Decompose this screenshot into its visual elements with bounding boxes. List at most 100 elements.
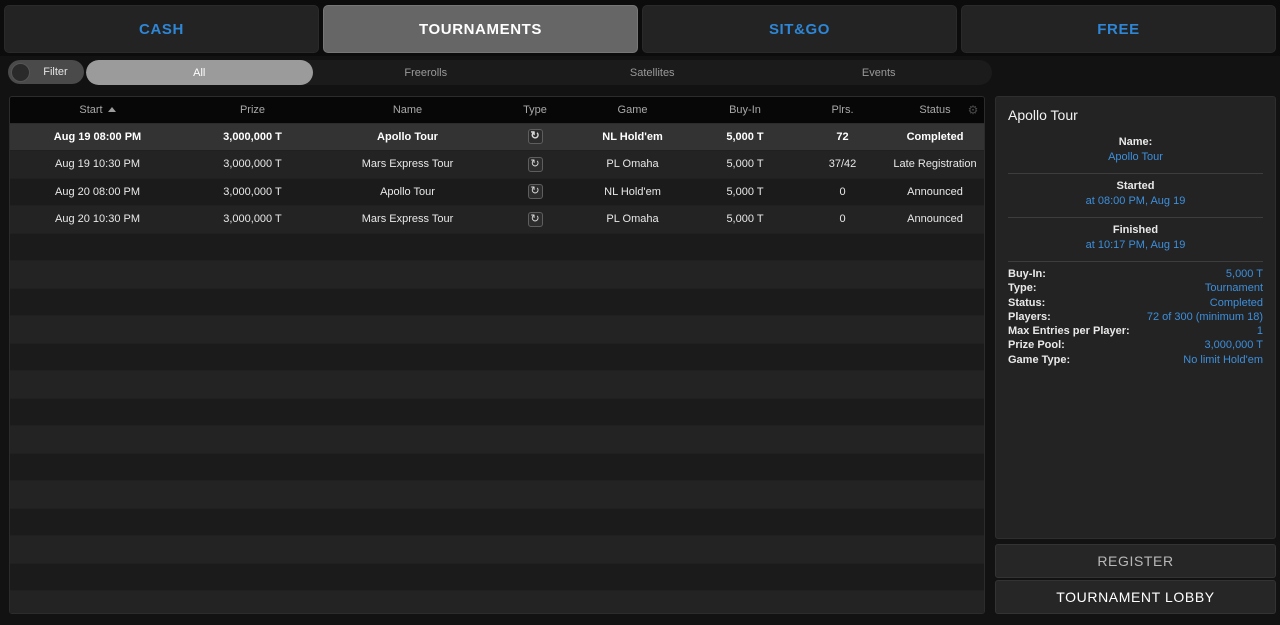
cell-empty (885, 426, 985, 454)
cell-empty (800, 508, 885, 536)
details-field-value: 5,000 T (1226, 267, 1263, 281)
table-row[interactable]: Aug 19 10:30 PM3,000,000 TMars Express T… (10, 151, 985, 179)
cell-empty (320, 591, 495, 615)
table-row[interactable]: Aug 19 08:00 PM3,000,000 TApollo Tour↻NL… (10, 123, 985, 151)
details-field-row: Type: Tournament (1008, 281, 1263, 295)
main-tab-sit-go[interactable]: SIT&GO (642, 5, 957, 53)
cell-empty (10, 316, 185, 344)
table-row[interactable]: Aug 20 08:00 PM3,000,000 TApollo Tour↻NL… (10, 178, 985, 206)
cell-empty (495, 261, 575, 289)
cell-empty (185, 508, 320, 536)
filter-bar: Filter AllFreerollsSatellitesEvents Sear… (0, 56, 1280, 89)
table-row-empty (10, 453, 985, 481)
tournament-lobby-button[interactable]: TOURNAMENT LOBBY (995, 580, 1276, 614)
details-block: Name:Apollo Tour (1008, 135, 1263, 170)
cell-empty (885, 316, 985, 344)
cell-game: NL Hold'em (575, 123, 690, 151)
cell-type: ↻ (495, 178, 575, 206)
details-field-value: Tournament (1205, 281, 1263, 295)
cell-empty (800, 453, 885, 481)
column-header-label: Type (523, 104, 547, 116)
cell-game: PL Omaha (575, 206, 690, 234)
main-tab-free[interactable]: FREE (961, 5, 1276, 53)
filter-toggle-label: Filter (30, 66, 84, 78)
cell-empty (885, 398, 985, 426)
cell-empty (885, 481, 985, 509)
cell-empty (495, 343, 575, 371)
cell-empty (800, 288, 885, 316)
table-row-empty (10, 343, 985, 371)
cell-empty (10, 371, 185, 399)
cell-empty (690, 426, 800, 454)
cell-empty (10, 233, 185, 261)
cell-empty (185, 233, 320, 261)
cell-empty (10, 481, 185, 509)
sort-ascending-icon (108, 107, 116, 112)
cell-empty (495, 288, 575, 316)
column-header-plrs-[interactable]: Plrs. (800, 97, 885, 123)
cell-empty (185, 453, 320, 481)
details-title: Apollo Tour (1008, 107, 1263, 123)
table-row-empty (10, 481, 985, 509)
gear-icon[interactable]: ⚙ (966, 103, 980, 117)
column-header-prize[interactable]: Prize (185, 97, 320, 123)
cell-empty (495, 536, 575, 564)
category-segment-freerolls[interactable]: Freerolls (313, 60, 540, 85)
cell-empty (885, 288, 985, 316)
details-field-key: Max Entries per Player: (1008, 324, 1130, 338)
column-header-label: Buy-In (729, 104, 761, 116)
table-row-empty (10, 261, 985, 289)
tournament-list-panel[interactable]: StartPrizeNameTypeGameBuy-InPlrs.Status … (9, 96, 985, 614)
cell-empty (320, 288, 495, 316)
column-header-buy-in[interactable]: Buy-In (690, 97, 800, 123)
cell-empty (800, 591, 885, 615)
cell-players: 0 (800, 178, 885, 206)
cell-buyin: 5,000 T (690, 178, 800, 206)
tournament-details-panel: Apollo Tour Name:Apollo Tour Startedat 08… (995, 96, 1276, 539)
cell-empty (320, 426, 495, 454)
cell-empty (800, 261, 885, 289)
details-field-key: Prize Pool: (1008, 338, 1065, 352)
cell-empty (320, 453, 495, 481)
table-row-empty (10, 288, 985, 316)
cell-start: Aug 19 08:00 PM (10, 123, 185, 151)
cell-empty (690, 261, 800, 289)
table-row-empty (10, 316, 985, 344)
cell-empty (690, 536, 800, 564)
details-block: Startedat 08:00 PM, Aug 19 (1008, 179, 1263, 214)
register-button[interactable]: REGISTER (995, 544, 1276, 578)
cell-empty (495, 563, 575, 591)
cell-game: NL Hold'em (575, 178, 690, 206)
category-segment-events[interactable]: Events (766, 60, 993, 85)
column-header-game[interactable]: Game (575, 97, 690, 123)
details-field-key: Type: (1008, 281, 1037, 295)
cell-name: Mars Express Tour (320, 206, 495, 234)
cell-empty (575, 371, 690, 399)
column-header-name[interactable]: Name (320, 97, 495, 123)
category-segment-all[interactable]: All (86, 60, 313, 85)
main-tab-tournaments[interactable]: TOURNAMENTS (323, 5, 638, 53)
table-body: Aug 19 08:00 PM3,000,000 TApollo Tour↻NL… (10, 123, 985, 614)
table-row[interactable]: Aug 20 10:30 PM3,000,000 TMars Express T… (10, 206, 985, 234)
details-field-key: Game Type: (1008, 353, 1070, 367)
cell-players: 0 (800, 206, 885, 234)
cell-empty (885, 591, 985, 615)
cell-empty (690, 316, 800, 344)
cell-empty (800, 343, 885, 371)
main-tab-cash[interactable]: CASH (4, 5, 319, 53)
cell-empty (185, 536, 320, 564)
cell-empty (885, 261, 985, 289)
cell-buyin: 5,000 T (690, 123, 800, 151)
category-segment-satellites[interactable]: Satellites (539, 60, 766, 85)
column-header-type[interactable]: Type (495, 97, 575, 123)
filter-toggle[interactable]: Filter (8, 60, 84, 84)
cell-empty (320, 398, 495, 426)
cell-empty (320, 343, 495, 371)
category-segmented-control: AllFreerollsSatellitesEvents (86, 60, 992, 85)
cell-empty (185, 591, 320, 615)
cell-empty (185, 261, 320, 289)
column-header-label: Plrs. (832, 104, 854, 116)
cell-empty (10, 453, 185, 481)
column-header-start[interactable]: Start (10, 97, 185, 123)
cell-prize: 3,000,000 T (185, 123, 320, 151)
